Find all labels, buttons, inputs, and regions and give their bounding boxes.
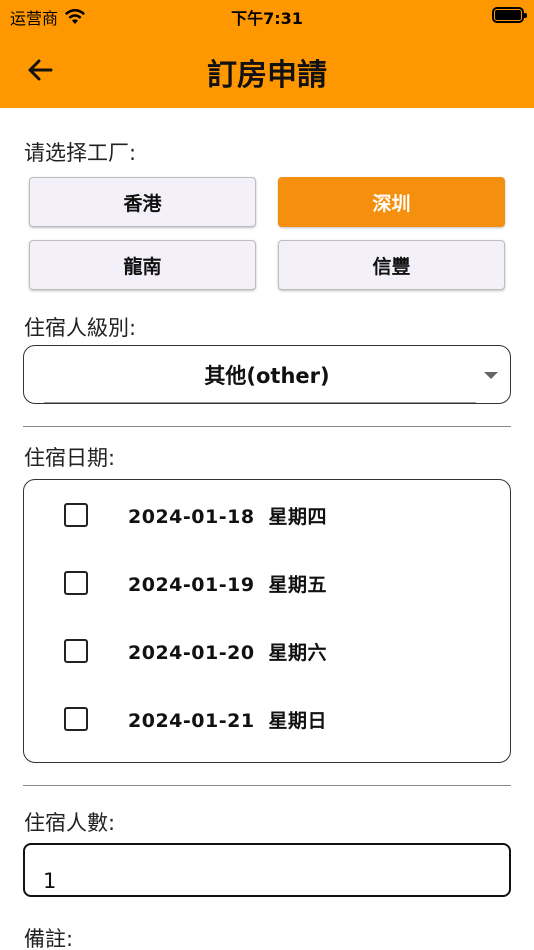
factory-button-hongkong[interactable]: 香港 [29,177,256,227]
divider [23,426,511,427]
date-value: 2024-01-18 [128,505,255,528]
date-row[interactable]: 2024-01-19 星期五 [24,563,510,603]
guest-count-value: 1 [43,869,57,893]
checkbox[interactable] [64,571,88,595]
guest-count-input[interactable]: 1 [23,843,511,897]
guest-level-label: 住宿人級別: [24,316,137,340]
date-value: 2024-01-19 [128,573,255,596]
weekday-value: 星期日 [268,709,328,732]
guest-count-label: 住宿人數: [24,811,116,835]
date-label: 2024-01-21 星期日 [128,706,327,733]
date-label: 2024-01-18 星期四 [128,502,327,529]
page-title: 訂房申請 [207,58,327,93]
date-row[interactable]: 2024-01-21 星期日 [24,699,510,739]
battery-icon [492,7,527,23]
status-time: 下午7:31 [231,9,303,28]
stay-dates-label: 住宿日期: [24,446,116,470]
select-underline [44,402,476,403]
guest-level-select[interactable]: 其他(other) [23,345,511,404]
checkbox[interactable] [64,707,88,731]
guest-level-value: 其他(other) [204,363,330,388]
date-label: 2024-01-20 星期六 [128,638,327,665]
divider [23,785,511,786]
checkbox[interactable] [64,639,88,663]
checkbox[interactable] [64,503,88,527]
date-label: 2024-01-19 星期五 [128,570,327,597]
stay-dates-list: 2024-01-18 星期四 2024-01-19 星期五 2024-01-20 星期… [23,479,511,763]
date-row[interactable]: 2024-01-20 星期六 [24,631,510,671]
date-row[interactable]: 2024-01-18 星期四 [24,495,510,535]
factory-button-shenzhen[interactable]: 深圳 [278,177,505,227]
date-value: 2024-01-21 [128,709,255,732]
factory-label: 请选择工厂: [24,141,137,165]
weekday-value: 星期四 [268,505,328,528]
dropdown-caret-icon [484,372,498,379]
weekday-value: 星期六 [268,641,328,664]
date-value: 2024-01-20 [128,641,255,664]
remarks-label: 備註: [24,927,74,950]
factory-button-xinfeng[interactable]: 信豐 [278,240,505,290]
factory-button-longnan[interactable]: 龍南 [29,240,256,290]
weekday-value: 星期五 [268,573,328,596]
status-bar: 运营商 下午7:31 [0,0,534,32]
app-bar: 訂房申請 [0,32,534,108]
